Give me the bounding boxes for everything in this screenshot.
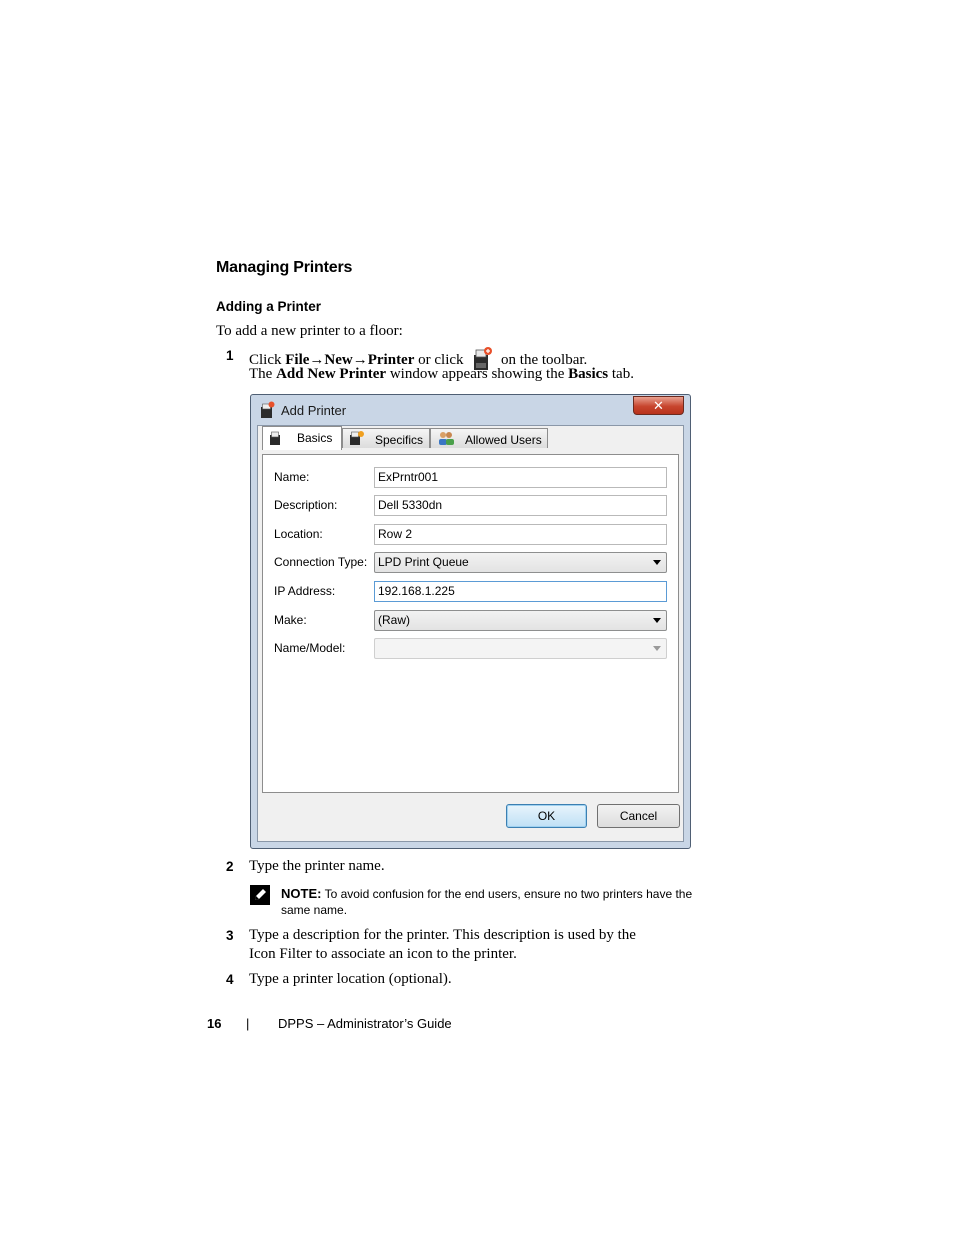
step4-text: Type a printer location (optional). [249, 971, 452, 987]
make-label: Make: [274, 613, 307, 627]
printer-icon [269, 430, 283, 451]
users-icon [437, 430, 455, 451]
ip-address-label: IP Address: [274, 584, 336, 598]
name-label: Name: [274, 470, 310, 484]
step1-text: The [249, 366, 273, 382]
step-number: 1 [226, 348, 234, 363]
add-printer-window: Add Printer ✕ Basics Specifics Allowed U… [250, 394, 691, 849]
tab-basics[interactable]: Basics [262, 426, 342, 450]
note-line1: NOTE: To avoid confusion for the end use… [281, 886, 692, 901]
description-label: Description: [274, 498, 338, 512]
close-button[interactable]: ✕ [633, 396, 684, 415]
window-body: Basics Specifics Allowed Users Name: ExP… [257, 425, 684, 842]
location-input[interactable]: Row 2 [374, 524, 667, 545]
tab-label: Allowed Users [465, 433, 542, 447]
note-pencil-icon [250, 885, 270, 910]
make-select[interactable]: (Raw) [374, 610, 667, 631]
tab-name: Basics [568, 366, 609, 382]
description-input[interactable]: Dell 5330dn [374, 495, 667, 516]
connection-type-value: LPD Print Queue [378, 555, 469, 569]
make-value: (Raw) [378, 613, 410, 627]
name-model-label: Name/Model: [274, 641, 346, 655]
chevron-down-icon [653, 618, 661, 623]
step2-text: Type the printer name. [249, 858, 385, 874]
step3-line2: Icon Filter to associate an icon to the … [249, 946, 517, 962]
step-number: 2 [226, 859, 234, 874]
chevron-down-icon [653, 560, 661, 565]
tab-allowed-users[interactable]: Allowed Users [430, 428, 548, 448]
cancel-button[interactable]: Cancel [597, 804, 680, 828]
title-bar: Add Printer ✕ [251, 395, 690, 425]
footer-separator: | [246, 1016, 250, 1031]
page-number: 16 [207, 1016, 222, 1031]
step-number: 4 [226, 972, 234, 987]
ok-button[interactable]: OK [506, 804, 587, 828]
note-line2: same name. [281, 903, 348, 917]
tab-specifics[interactable]: Specifics [342, 428, 430, 448]
connection-type-label: Connection Type: [274, 555, 368, 569]
tab-label: Basics [297, 431, 333, 445]
page-heading: Managing Printers [216, 259, 353, 276]
step1-line2: The Add New Printer window appears showi… [249, 365, 634, 384]
window-title: Add Printer [281, 403, 347, 418]
chevron-down-icon [653, 646, 661, 651]
note-text: To avoid confusion for the end users, en… [324, 887, 693, 901]
window-name: Add New Printer [276, 366, 387, 382]
footer-title: DPPS – Administrator’s Guide [278, 1016, 452, 1031]
step1-text: tab. [611, 366, 634, 382]
note-label: NOTE: [281, 886, 322, 901]
name-input[interactable]: ExPrntr001 [374, 467, 667, 488]
printer-settings-icon [349, 430, 365, 451]
step3-line1: Type a description for the printer. This… [249, 927, 636, 943]
intro-text: To add a new printer to a floor: [216, 323, 403, 339]
tab-label: Specifics [375, 433, 424, 447]
section-heading: Adding a Printer [216, 299, 322, 314]
name-model-select[interactable] [374, 638, 667, 659]
ip-address-input[interactable]: 192.168.1.225 [374, 581, 667, 602]
connection-type-select[interactable]: LPD Print Queue [374, 552, 667, 573]
step1-text: window appears showing the [389, 366, 565, 382]
printer-app-icon [259, 401, 275, 424]
step-number: 3 [226, 928, 234, 943]
location-label: Location: [274, 527, 323, 541]
basics-panel: Name: ExPrntr001 Description: Dell 5330d… [262, 454, 679, 793]
